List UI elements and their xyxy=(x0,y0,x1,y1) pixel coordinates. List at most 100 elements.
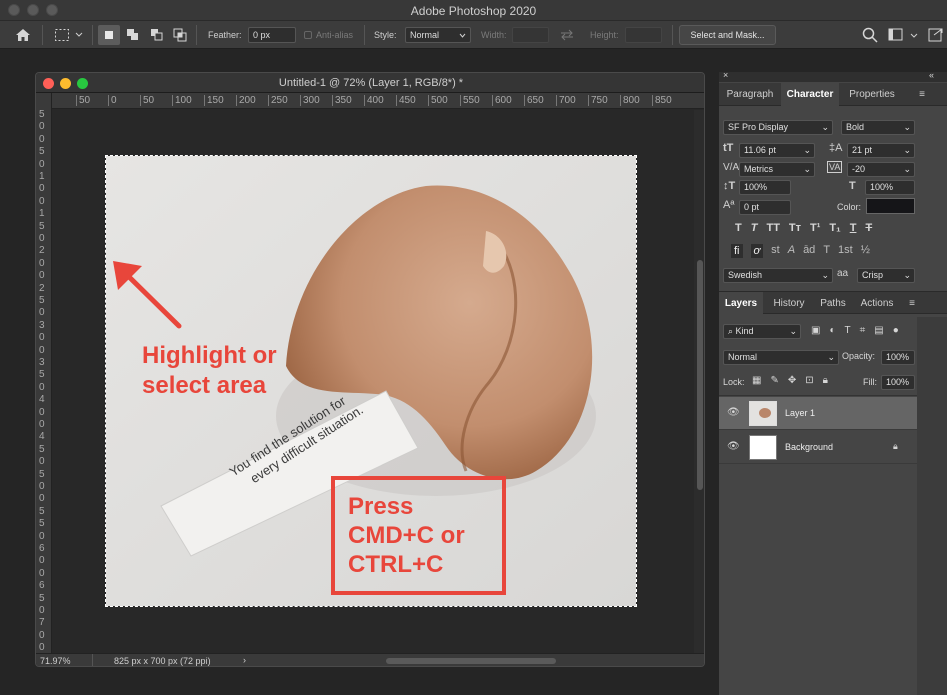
contextual-alternates-button[interactable]: ơ xyxy=(750,244,764,258)
close-panel-icon[interactable]: × xyxy=(723,70,728,80)
layer-thumbnail xyxy=(749,435,777,460)
style-select[interactable]: Normal xyxy=(405,27,471,43)
superscript-button[interactable]: T¹ xyxy=(810,222,820,234)
language-select[interactable]: Swedish ⌄ xyxy=(723,268,833,283)
vertical-scale-input[interactable]: 100% xyxy=(739,180,791,195)
eye-icon[interactable]: 👁︎ xyxy=(727,441,740,452)
panel-menu-icon[interactable]: ≡ xyxy=(915,83,929,106)
lock-artboard-icon[interactable]: ⊡ xyxy=(805,375,813,386)
opacity-input[interactable]: 100% xyxy=(881,350,915,365)
vertical-ruler[interactable]: 5005010015020025030035040045050055060065… xyxy=(36,93,52,653)
text-color-swatch[interactable] xyxy=(866,198,915,214)
chevron-down-icon: ⌄ xyxy=(903,270,911,280)
horizontal-scroll-thumb[interactable] xyxy=(386,658,556,664)
ruler-tick: 0 xyxy=(39,567,45,579)
tab-paragraph[interactable]: Paragraph xyxy=(719,83,781,106)
ruler-tick: 1 xyxy=(39,208,45,220)
tracking-icon: VA xyxy=(827,161,843,173)
swash-button[interactable]: A xyxy=(788,244,795,258)
tab-layers[interactable]: Layers xyxy=(719,292,763,315)
lock-position-icon[interactable]: ✥ xyxy=(788,375,796,386)
adjustment-layer-filter-icon[interactable]: ◐ xyxy=(829,325,835,336)
workspace-icon[interactable] xyxy=(888,28,904,42)
intersect-selection-icon[interactable] xyxy=(173,28,187,42)
chevron-down-icon[interactable] xyxy=(910,33,918,39)
share-icon[interactable] xyxy=(928,28,944,42)
tab-properties[interactable]: Properties xyxy=(839,83,905,106)
underline-button[interactable]: T xyxy=(850,222,857,234)
smart-object-filter-icon[interactable]: ▤ xyxy=(874,325,883,336)
width-input[interactable] xyxy=(512,27,549,43)
chevron-down-icon[interactable] xyxy=(75,32,83,38)
zoom-level[interactable]: 71.97% xyxy=(40,656,71,666)
tracking-select[interactable]: -20 ⌄ xyxy=(847,162,915,177)
discretionary-ligatures-button[interactable]: st xyxy=(771,244,780,258)
search-icon: ⌕ xyxy=(728,326,736,336)
ordinals-button[interactable]: 1st xyxy=(838,244,853,258)
shape-layer-filter-icon[interactable]: ⌗ xyxy=(860,325,866,336)
tab-character[interactable]: Character xyxy=(781,83,839,106)
tab-paths[interactable]: Paths xyxy=(815,292,851,315)
kerning-value: Metrics xyxy=(744,164,773,174)
tab-actions[interactable]: Actions xyxy=(853,292,901,315)
font-family-select[interactable]: SF Pro Display ⌄ xyxy=(723,120,833,135)
layer-row-background[interactable]: 👁︎ Background 🔒︎ xyxy=(719,431,917,464)
layer-row-layer1[interactable]: 👁︎ Layer 1 xyxy=(719,397,917,430)
panel-menu-icon[interactable]: ≡ xyxy=(905,292,919,315)
horizontal-ruler[interactable]: 50 0 50 100 150 200 250 300 350 400 450 500 550 600 65… xyxy=(52,93,704,109)
collapse-panel-icon[interactable]: « xyxy=(929,70,934,80)
chevron-right-icon[interactable]: › xyxy=(243,655,246,665)
vertical-scrollbar[interactable] xyxy=(694,110,704,653)
tab-history[interactable]: History xyxy=(765,292,813,315)
subtract-from-selection-icon[interactable] xyxy=(150,28,164,42)
lock-all-icon[interactable]: 🔒︎ xyxy=(823,375,828,386)
options-bar: Feather: 0 px Anti-alias Style: Normal W… xyxy=(0,21,947,49)
baseline-shift-input[interactable]: 0 pt xyxy=(739,200,791,215)
layer-name[interactable]: Layer 1 xyxy=(785,408,815,418)
search-icon[interactable] xyxy=(862,27,878,43)
marquee-tool-icon[interactable] xyxy=(54,28,70,42)
vertical-scroll-thumb[interactable] xyxy=(697,260,703,490)
all-caps-button[interactable]: TT xyxy=(766,222,779,234)
layer-name[interactable]: Background xyxy=(785,442,833,452)
ruler-tick: 650 xyxy=(524,95,544,106)
stylistic-alternates-button[interactable]: ād xyxy=(803,244,815,258)
antialias-checkbox[interactable] xyxy=(304,31,312,39)
new-selection-button[interactable] xyxy=(98,25,120,45)
color-label: Color: xyxy=(837,202,862,212)
ruler-tick: 250 xyxy=(268,95,288,106)
vertical-scale-icon: ↕T xyxy=(723,180,736,192)
canvas-image[interactable]: You find the solution for every difficul… xyxy=(105,155,637,607)
feather-input[interactable]: 0 px xyxy=(248,27,296,43)
faux-italic-button[interactable]: T xyxy=(751,222,758,234)
faux-bold-button[interactable]: T xyxy=(735,222,742,234)
select-and-mask-button[interactable]: Select and Mask... xyxy=(679,25,776,45)
standard-ligatures-button[interactable]: fi xyxy=(731,244,743,258)
layer-filter-select[interactable]: ⌕ Kind ⌄ xyxy=(723,324,801,339)
height-input[interactable] xyxy=(625,27,662,43)
lock-transparency-icon[interactable]: ▦ xyxy=(752,375,761,386)
eye-icon[interactable]: 👁︎ xyxy=(727,407,740,418)
subscript-button[interactable]: T₁ xyxy=(829,222,840,234)
antialias-method-select[interactable]: Crisp ⌄ xyxy=(857,268,915,283)
strikethrough-button[interactable]: T xyxy=(865,222,872,234)
ruler-tick: 800 xyxy=(620,95,640,106)
fill-input[interactable]: 100% xyxy=(881,375,915,390)
home-icon[interactable] xyxy=(14,27,32,43)
font-size-input[interactable]: 11.06 pt ⌄ xyxy=(739,143,815,158)
type-layer-filter-icon[interactable]: T xyxy=(845,325,851,336)
swap-width-height-icon[interactable] xyxy=(559,29,575,41)
leading-input[interactable]: 21 pt ⌄ xyxy=(847,143,915,158)
lock-pixels-icon[interactable]: ✎ xyxy=(770,375,778,386)
fractions-button[interactable]: ½ xyxy=(861,244,870,258)
horizontal-scale-input[interactable]: 100% xyxy=(865,180,915,195)
add-to-selection-icon[interactable] xyxy=(126,28,140,42)
kerning-select[interactable]: Metrics ⌄ xyxy=(739,162,815,177)
pixel-layer-filter-icon[interactable]: ▣ xyxy=(811,325,820,336)
titling-alternates-button[interactable]: T xyxy=(823,244,830,258)
font-style-select[interactable]: Bold ⌄ xyxy=(841,120,915,135)
blend-mode-select[interactable]: Normal ⌄ xyxy=(723,350,839,365)
filter-toggle-icon[interactable]: ● xyxy=(893,325,899,336)
ruler-tick: 0 xyxy=(39,344,45,356)
small-caps-button[interactable]: Tт xyxy=(789,222,801,234)
